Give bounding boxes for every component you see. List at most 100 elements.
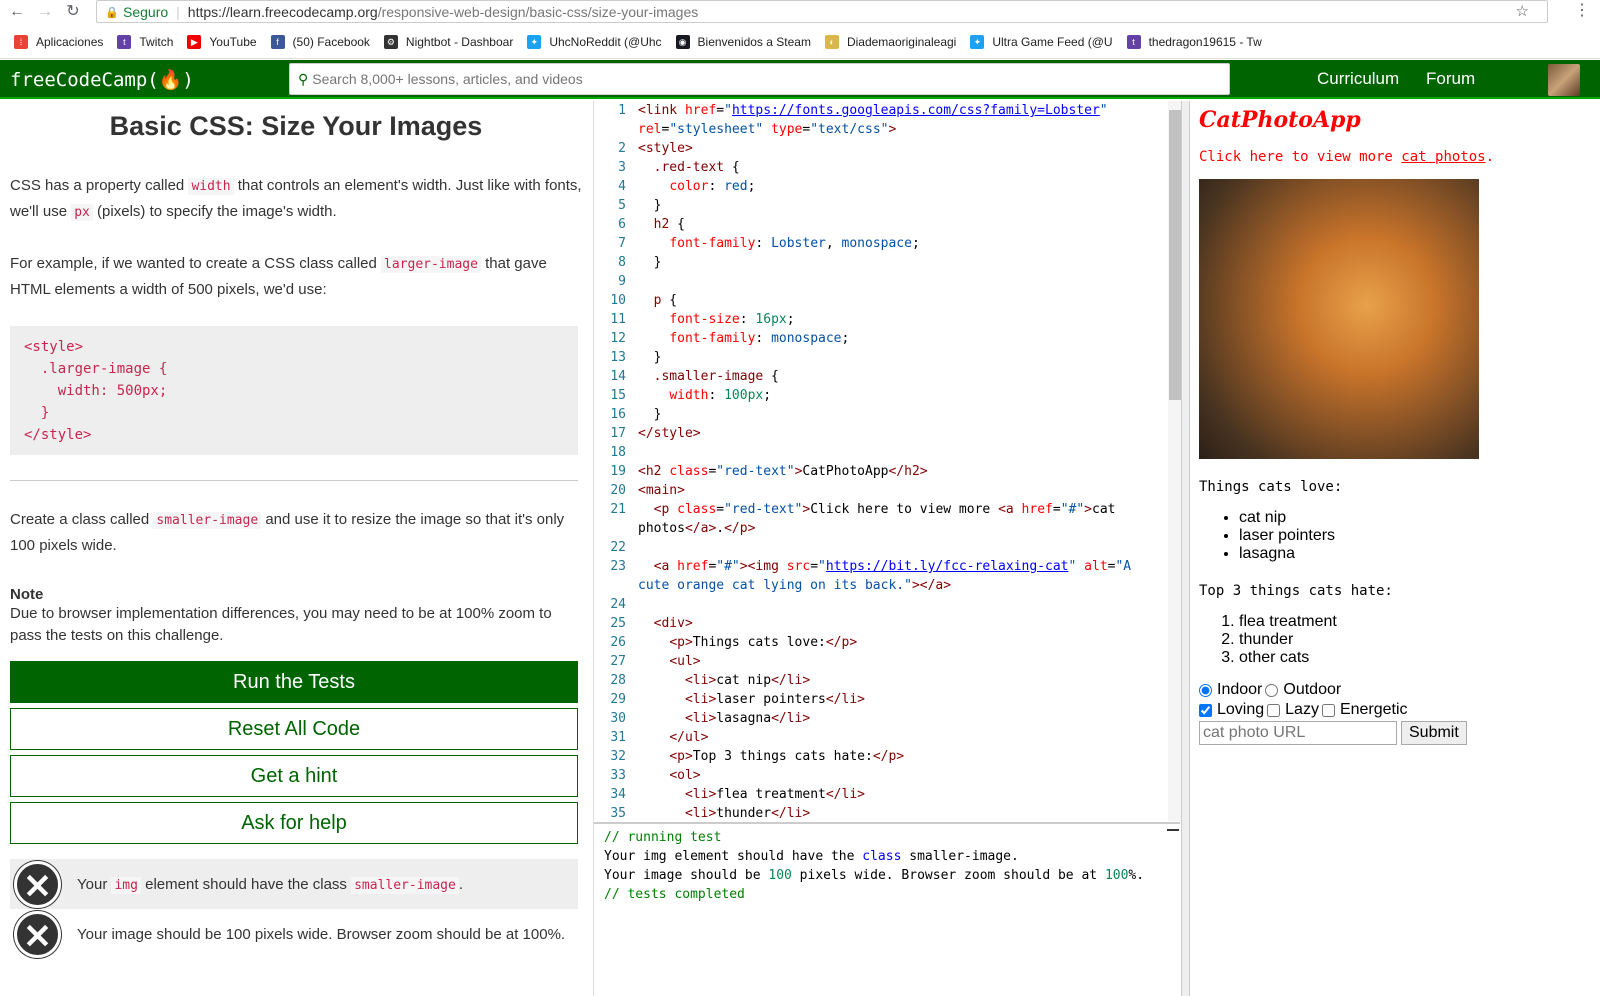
address-bar[interactable]: 🔒 Seguro | https://learn.freecodecamp.or… bbox=[96, 0, 1548, 23]
code-line[interactable]: 25 <div> bbox=[594, 614, 1180, 633]
code-line[interactable]: 15 width: 100px; bbox=[594, 386, 1180, 405]
bookmark-item[interactable]: ⁞ Aplicaciones bbox=[14, 35, 103, 49]
code-line[interactable]: 12 font-family: monospace; bbox=[594, 329, 1180, 348]
collapse-output-icon[interactable] bbox=[1167, 829, 1179, 831]
url-host: https://learn.freecodecamp.org bbox=[187, 3, 378, 20]
code-line[interactable]: photos</a>.</p> bbox=[594, 519, 1180, 538]
nav-forum-link[interactable]: Forum bbox=[1426, 69, 1475, 89]
kebab-menu-icon[interactable]: ⋮ bbox=[1574, 0, 1590, 22]
line-number: 4 bbox=[618, 179, 626, 194]
bookmark-item[interactable]: t Twitch bbox=[117, 35, 173, 49]
bookmark-item[interactable]: ◉ Bienvenidos a Steam bbox=[675, 35, 811, 49]
submit-button[interactable]: Submit bbox=[1401, 721, 1467, 745]
code-line[interactable]: 20 <main> bbox=[594, 481, 1180, 500]
code-line[interactable]: 34 <li>flea treatment</li> bbox=[594, 785, 1180, 804]
avatar[interactable] bbox=[1548, 64, 1580, 96]
cat-url-form: Submit bbox=[1199, 721, 1591, 745]
code-line[interactable]: 2 <style> bbox=[594, 139, 1180, 158]
run-tests-button[interactable]: Run the Tests bbox=[10, 661, 578, 703]
list-item: cat nip bbox=[1239, 509, 1591, 527]
bookmark-item[interactable]: ✦ Ultra Game Feed (@U bbox=[970, 35, 1113, 49]
cat-url-input[interactable] bbox=[1199, 721, 1397, 745]
code-line[interactable]: 7 font-family: Lobster, monospace; bbox=[594, 234, 1180, 253]
line-number: 23 bbox=[610, 559, 626, 574]
code-line[interactable]: 14 .smaller-image { bbox=[594, 367, 1180, 386]
editor-scrollbar-thumb[interactable] bbox=[1169, 110, 1181, 400]
energetic-checkbox[interactable] bbox=[1321, 703, 1335, 717]
code-line[interactable]: 24 bbox=[594, 595, 1180, 614]
code-line[interactable]: 32 <p>Top 3 things cats hate:</p> bbox=[594, 747, 1180, 766]
search-box[interactable]: ⚲ bbox=[289, 63, 1230, 95]
lazy-checkbox[interactable] bbox=[1267, 703, 1281, 717]
code-lines[interactable]: 1 <link href="https://fonts.googleapis.co… bbox=[594, 101, 1180, 821]
indoor-radio[interactable] bbox=[1199, 683, 1212, 697]
code-line[interactable]: 16 } bbox=[594, 405, 1180, 424]
code-line[interactable]: 33 <ol> bbox=[594, 766, 1180, 785]
code-line[interactable]: 29 <li>laser pointers</li> bbox=[594, 690, 1180, 709]
code-line[interactable]: cute orange cat lying on its back."></a> bbox=[594, 576, 1180, 595]
bookmark-item[interactable]: t thedragon19615 - Tw bbox=[1126, 35, 1262, 49]
code-line[interactable]: 9 bbox=[594, 272, 1180, 291]
bookmarks-bar: ⁞ Aplicaciones t Twitch ▶ YouTube f (50) Fac… bbox=[0, 30, 1600, 54]
bookmark-item[interactable]: ✦ UhcNoReddit (@Uhc bbox=[527, 35, 662, 49]
code-line[interactable]: 3 .red-text { bbox=[594, 158, 1180, 177]
bookmark-item[interactable]: ◐ Diademaoriginaleagi bbox=[824, 35, 956, 49]
pane-resize-handle[interactable] bbox=[1181, 101, 1190, 996]
outdoor-radio[interactable] bbox=[1265, 683, 1279, 697]
code-line[interactable]: 30 <li>lasagna</li> bbox=[594, 709, 1180, 728]
love-heading: Things cats love: bbox=[1199, 479, 1343, 495]
radio-label: Outdoor bbox=[1283, 681, 1342, 698]
code-line[interactable]: 11 font-size: 16px; bbox=[594, 310, 1180, 329]
test-output-console: // running test Your img element should … bbox=[593, 822, 1180, 996]
loving-checkbox[interactable] bbox=[1199, 703, 1212, 717]
code-line[interactable]: 10 p { bbox=[594, 291, 1180, 310]
code-line[interactable]: 27 <ul> bbox=[594, 652, 1180, 671]
code-line[interactable]: 4 color: red; bbox=[594, 177, 1180, 196]
get-hint-button[interactable]: Get a hint bbox=[10, 755, 578, 797]
url-path: /responsive-web-design/basic-css/size-yo… bbox=[377, 3, 699, 20]
bookmark-item[interactable]: ⚙ Nightbot - Dashboar bbox=[383, 35, 513, 49]
code-line[interactable]: 26 <p>Things cats love:</p> bbox=[594, 633, 1180, 652]
code-line[interactable]: 28 <li>cat nip</li> bbox=[594, 671, 1180, 690]
code-line[interactable]: 35 <li>thunder</li> bbox=[594, 804, 1180, 821]
nightbot-icon: ⚙ bbox=[383, 35, 398, 49]
bookmark-item[interactable]: ▶ YouTube bbox=[187, 35, 257, 49]
ask-help-button[interactable]: Ask for help bbox=[10, 802, 578, 844]
steam-icon: ◉ bbox=[675, 35, 690, 49]
line-number: 11 bbox=[610, 312, 626, 327]
code-line[interactable]: rel="stylesheet" type="text/css"> bbox=[594, 120, 1180, 139]
hate-heading: Top 3 things cats hate: bbox=[1199, 583, 1393, 599]
code-line[interactable]: 8 } bbox=[594, 253, 1180, 272]
line-number: 30 bbox=[610, 711, 626, 726]
bookmark-label: thedragon19615 - Tw bbox=[1148, 35, 1262, 49]
fcc-logo[interactable]: freeCodeCamp(🔥) bbox=[10, 68, 194, 91]
list-item: flea treatment bbox=[1239, 613, 1591, 631]
code-line[interactable]: 19 <h2 class="red-text">CatPhotoApp</h2> bbox=[594, 462, 1180, 481]
code-line[interactable]: 23 <a href="#"><img src="https://bit.ly/… bbox=[594, 557, 1180, 576]
cat-image[interactable] bbox=[1199, 179, 1479, 459]
code-line[interactable]: 6 h2 { bbox=[594, 215, 1180, 234]
code-editor[interactable]: 1 <link href="https://fonts.googleapis.co… bbox=[593, 101, 1180, 821]
reload-icon[interactable]: ↻ bbox=[62, 1, 84, 23]
bookmark-star-icon[interactable]: ☆ bbox=[1516, 2, 1529, 20]
secure-label: Seguro bbox=[123, 3, 169, 20]
code-line[interactable]: 31 </ul> bbox=[594, 728, 1180, 747]
code-line[interactable]: 17 </style> bbox=[594, 424, 1180, 443]
code-line[interactable]: 5 } bbox=[594, 196, 1180, 215]
bookmark-item[interactable]: f (50) Facebook bbox=[270, 35, 370, 49]
code-line[interactable]: 13 } bbox=[594, 348, 1180, 367]
forward-arrow-icon[interactable]: → bbox=[34, 1, 56, 23]
checkbox-label: Loving bbox=[1217, 701, 1265, 718]
reset-code-button[interactable]: Reset All Code bbox=[10, 708, 578, 750]
code-line[interactable]: 1 <link href="https://fonts.googleapis.co… bbox=[594, 101, 1180, 120]
cat-photos-link[interactable]: cat photos bbox=[1401, 149, 1485, 165]
browser-chrome: ← → ↻ 🔒 Seguro | https://learn.freecodec… bbox=[0, 0, 1600, 59]
code-line[interactable]: 18 bbox=[594, 443, 1180, 462]
back-arrow-icon[interactable]: ← bbox=[6, 1, 28, 23]
code-line[interactable]: 21 <p class="red-text">Click here to vie… bbox=[594, 500, 1180, 519]
inline-code: img bbox=[111, 876, 141, 894]
line-number: 15 bbox=[610, 388, 626, 403]
nav-curriculum-link[interactable]: Curriculum bbox=[1317, 69, 1399, 89]
search-input[interactable] bbox=[312, 65, 1229, 93]
code-line[interactable]: 22 bbox=[594, 538, 1180, 557]
